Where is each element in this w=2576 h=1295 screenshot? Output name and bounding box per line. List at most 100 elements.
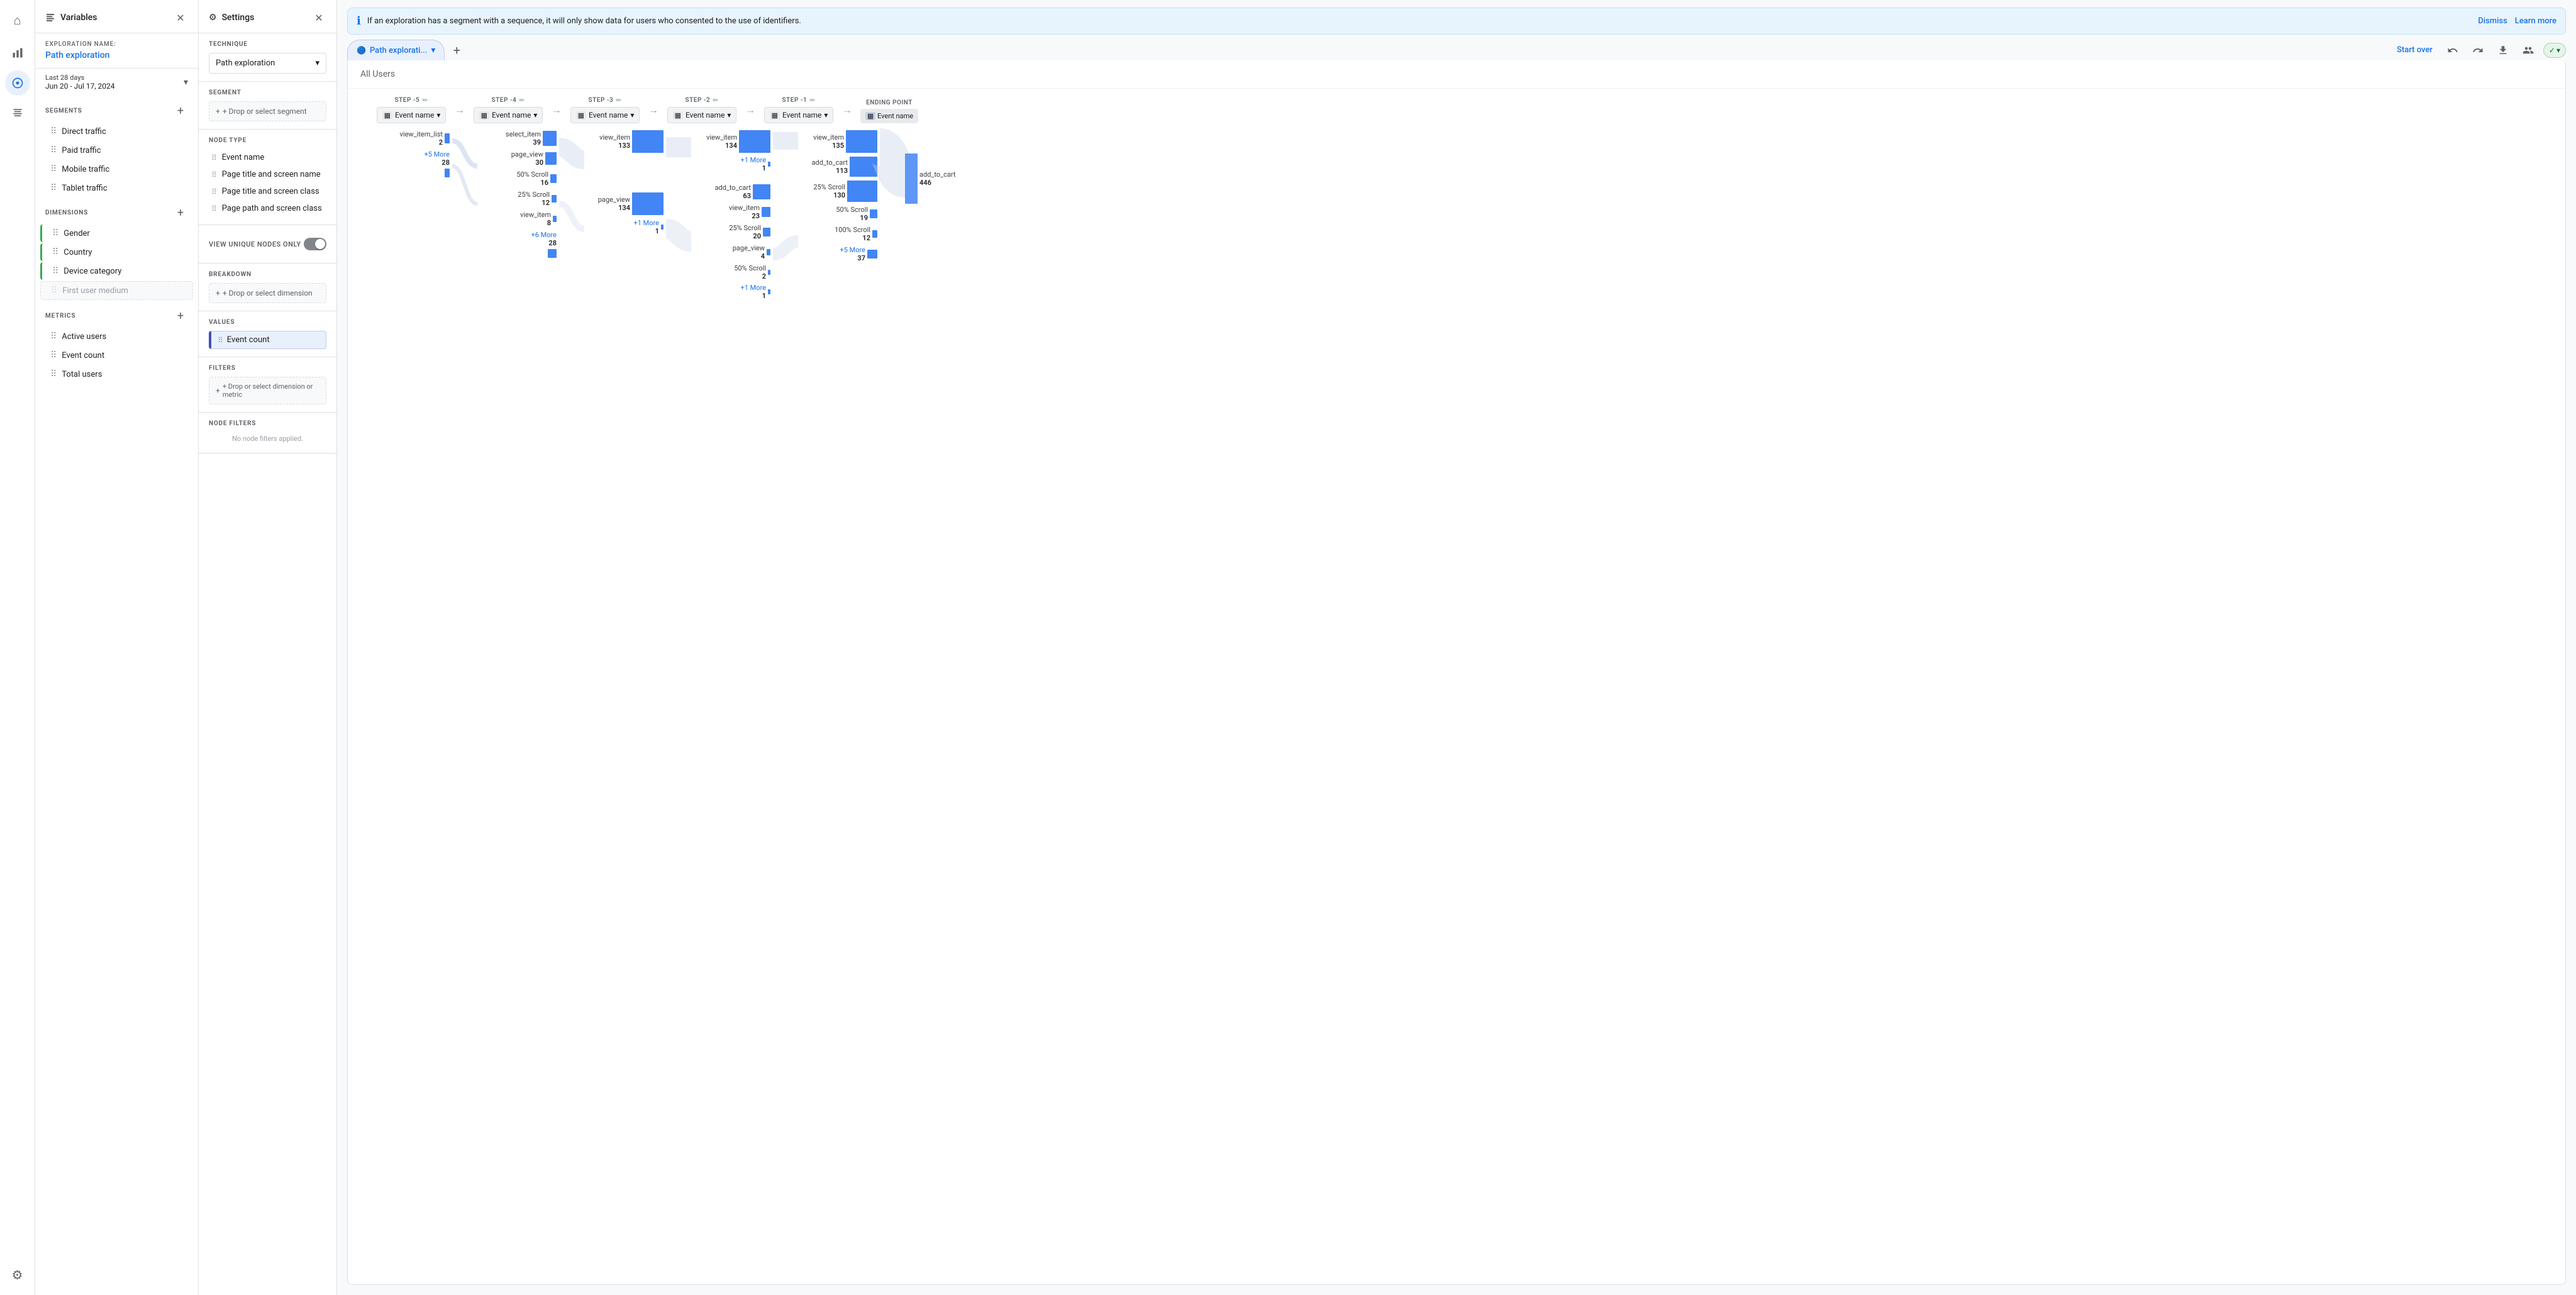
filters-section: FILTERS + + Drop or select dimension or … <box>199 357 336 413</box>
view-unique-toggle[interactable] <box>304 238 326 250</box>
advertising-icon[interactable] <box>5 101 30 126</box>
download-button[interactable] <box>2493 40 2513 60</box>
step4-edit-icon[interactable]: ✏ <box>519 96 525 104</box>
step1-node-25scroll[interactable]: 25% Scroll 130 <box>813 181 877 202</box>
segment-direct-traffic[interactable]: ⠿ Direct traffic <box>40 123 193 140</box>
settings-icon[interactable]: ⚙ <box>5 1262 30 1287</box>
main-content: ℹ If an exploration has a segment with a… <box>337 0 2576 1295</box>
dimension-country[interactable]: ⠿ Country <box>40 243 193 261</box>
step3-selector[interactable]: ▦ Event name ▾ <box>570 107 640 123</box>
step4-node-50scroll[interactable]: 50% Scroll 16 <box>516 170 557 187</box>
step1-node-50scroll[interactable]: 50% Scroll 19 <box>836 206 877 222</box>
exploration-area[interactable]: All Users STEP -5 ✏ ▦ Event name ▾ <box>347 60 2566 1285</box>
step2-node-view_item-bottom[interactable]: view_item 23 <box>729 204 770 220</box>
node-type-event-name[interactable]: ⠿ Event name <box>209 149 326 166</box>
step3-edit-icon[interactable]: ✏ <box>616 96 621 104</box>
node-type-page-title-screen-class[interactable]: ⠿ Page title and screen class <box>209 183 326 200</box>
segment-drop-zone[interactable]: + + Drop or select segment <box>209 101 326 121</box>
settings-close-button[interactable]: ✕ <box>311 10 326 25</box>
add-dimension-button[interactable]: + <box>173 205 188 220</box>
event-count-chip[interactable]: ⠿ Event count <box>209 331 326 349</box>
step2-edit-icon[interactable]: ✏ <box>713 96 718 104</box>
metric-event-count[interactable]: ⠿ Event count <box>40 347 193 364</box>
step2-more-bottom[interactable]: +1 More 1 <box>741 284 771 300</box>
step1-selector-chevron-icon: ▾ <box>824 111 828 119</box>
filters-label: FILTERS <box>209 365 326 372</box>
explore-icon[interactable] <box>5 70 30 96</box>
settings-title: ⚙ Settings <box>209 13 254 23</box>
dismiss-button[interactable]: Dismiss <box>2478 16 2507 26</box>
step2-node-25scroll[interactable]: 25% Scroll 20 <box>729 224 770 240</box>
step2-selector-chevron-icon: ▾ <box>727 111 731 119</box>
node-type-page-path-screen-class[interactable]: ⠿ Page path and screen class <box>209 200 326 217</box>
step1-selector[interactable]: ▦ Event name ▾ <box>764 107 834 123</box>
learn-more-button[interactable]: Learn more <box>2515 16 2557 26</box>
date-range-label: Last 28 days <box>45 74 115 82</box>
step1-edit-icon[interactable]: ✏ <box>809 96 815 104</box>
step2-header: STEP -2 ✏ ▦ Event name ▾ <box>661 96 743 123</box>
start-over-button[interactable]: Start over <box>2392 42 2438 58</box>
step5-more-link[interactable]: +5 More 28 <box>425 150 450 167</box>
step4-node-25scroll[interactable]: 25% Scroll 12 <box>518 191 557 207</box>
segment-paid-traffic[interactable]: ⠿ Paid traffic <box>40 142 193 159</box>
share-button[interactable] <box>2518 40 2538 60</box>
metric-total-users[interactable]: ⠿ Total users <box>40 365 193 383</box>
status-dropdown[interactable]: ✓ ▾ <box>2543 43 2566 58</box>
step1-node-add_to_cart[interactable]: add_to_cart 113 <box>812 157 877 177</box>
step5-selector-label: Event name <box>395 111 434 119</box>
step2-node-page_view[interactable]: page_view 4 <box>733 244 770 260</box>
segment-mobile-traffic[interactable]: ⠿ Mobile traffic <box>40 160 193 178</box>
step4-header: STEP -4 ✏ ▦ Event name ▾ <box>467 96 549 123</box>
step4-selector-label: Event name <box>492 111 531 119</box>
step2-node-view_item-top[interactable]: view_item 134 <box>706 130 770 153</box>
banner-actions: Dismiss Learn more <box>2478 16 2557 26</box>
step1-node-100scroll[interactable]: 100% Scroll 12 <box>835 226 877 242</box>
home-icon[interactable]: ⌂ <box>5 8 30 33</box>
steps-header-row: STEP -5 ✏ ▦ Event name ▾ → STEP -4 ✏ <box>358 96 2555 123</box>
date-range-selector[interactable]: Last 28 days Jun 20 - Jul 17, 2024 ▾ <box>35 68 198 96</box>
filters-drop-zone[interactable]: + + Drop or select dimension or metric <box>209 377 326 404</box>
step5-edit-icon[interactable]: ✏ <box>422 96 428 104</box>
undo-button[interactable] <box>2443 40 2463 60</box>
drag-handle-icon: ⠿ <box>52 228 58 238</box>
dimension-gender[interactable]: ⠿ Gender <box>40 225 193 242</box>
node-bar <box>870 209 877 218</box>
metric-active-users[interactable]: ⠿ Active users <box>40 328 193 345</box>
add-segment-button[interactable]: + <box>173 103 188 118</box>
variables-close-button[interactable]: ✕ <box>173 10 188 25</box>
dimensions-section-header: DIMENSIONS + <box>35 197 198 224</box>
segment-tablet-traffic[interactable]: ⠿ Tablet traffic <box>40 179 193 197</box>
step3-node-page_view[interactable]: page_view 134 <box>598 192 663 215</box>
step4-node-view_item[interactable]: view_item 8 <box>520 211 557 227</box>
step2-more-top[interactable]: +1 More 1 <box>741 156 771 172</box>
path-exploration-tab[interactable]: 🔵 Path explorati... ▾ <box>347 40 445 60</box>
add-metric-button[interactable]: + <box>173 308 188 323</box>
node-type-page-title-screen-name[interactable]: ⠿ Page title and screen name <box>209 166 326 183</box>
technique-dropdown[interactable]: Path exploration ▾ <box>209 53 326 74</box>
step1-node-view_item[interactable]: view_item 135 <box>813 130 877 153</box>
step5-selector[interactable]: ▦ Event name ▾ <box>377 107 447 123</box>
step4-node-page_view[interactable]: page_view 30 <box>511 150 557 167</box>
technique-label: TECHNIQUE <box>209 41 326 48</box>
step4-more-link[interactable]: +6 More 28 <box>531 231 557 247</box>
step5-label: STEP -5 <box>395 97 420 104</box>
step2-selector[interactable]: ▦ Event name ▾ <box>667 107 737 123</box>
step2-node-50scroll[interactable]: 50% Scroll 2 <box>734 264 770 281</box>
ending-node-add_to_cart[interactable]: add_to_cart 446 <box>905 153 955 204</box>
dimension-device-category[interactable]: ⠿ Device category <box>40 262 193 280</box>
node-bar <box>545 152 557 165</box>
reports-icon[interactable] <box>5 40 30 65</box>
segment-section: SEGMENT + + Drop or select segment <box>199 82 336 130</box>
dimension-placeholder[interactable]: ⠿ First user medium <box>40 281 193 300</box>
step2-node-add_to_cart[interactable]: add_to_cart 63 <box>715 184 770 200</box>
step4-selector[interactable]: ▦ Event name ▾ <box>474 107 543 123</box>
arrow3-icon: → <box>648 104 658 116</box>
add-tab-button[interactable]: + <box>447 41 466 60</box>
step1-more-link[interactable]: +5 More 37 <box>840 246 878 262</box>
step4-node-select_item[interactable]: select_item 39 <box>506 130 557 147</box>
redo-button[interactable] <box>2468 40 2488 60</box>
step3-more-link[interactable]: +1 More 1 <box>634 219 664 235</box>
step5-node-view_item_list[interactable]: view_item_list 2 <box>400 130 450 147</box>
breakdown-drop-zone[interactable]: + + Drop or select dimension <box>209 283 326 303</box>
step3-node-view_item[interactable]: view_item 133 <box>599 130 663 153</box>
